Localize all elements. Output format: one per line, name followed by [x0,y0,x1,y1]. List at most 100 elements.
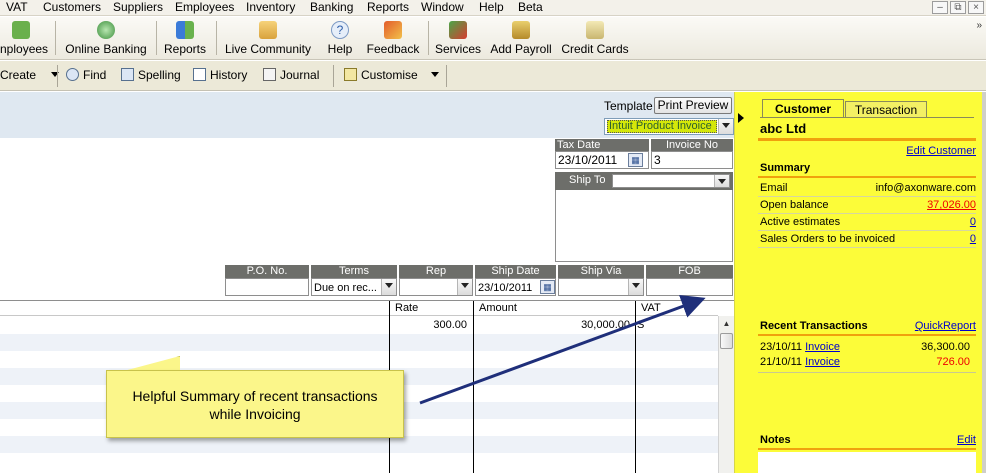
table-row[interactable] [0,351,718,368]
ship-to-label: Ship To [569,174,606,186]
terms-select[interactable]: Due on rec... [311,278,397,296]
menu-vat[interactable]: VAT [6,0,28,15]
quick-report-link[interactable]: QuickReport [915,320,976,332]
menu-bar: VAT Customers Suppliers Employees Invent… [0,0,986,16]
services-icon [449,21,467,39]
services-button[interactable]: Services [433,19,483,59]
rate-header: Rate [395,302,419,314]
menu-banking[interactable]: Banking [310,0,353,15]
rep-select[interactable] [399,278,473,296]
scroll-up-icon[interactable]: ▲ [720,317,733,330]
customer-history-pane: Customer Transaction abc Ltd Edit Custom… [752,92,982,473]
po-field[interactable] [225,278,309,296]
column-divider [635,301,636,473]
menu-employees[interactable]: Employees [175,0,234,15]
find-button[interactable]: Find [66,68,106,83]
online-banking-button[interactable]: Online Banking [62,19,150,59]
journal-button[interactable]: Journal [263,68,319,83]
divider [758,372,976,373]
notes-edit-link[interactable]: Edit [957,434,976,446]
table-row[interactable] [0,436,718,453]
restore-button[interactable]: ⧉ [950,1,966,14]
sales-orders-link[interactable]: 0 [970,231,976,247]
menu-suppliers[interactable]: Suppliers [113,0,163,15]
template-select[interactable]: Intuit Product Invoice [604,118,734,135]
invoice-toolbar: Create Find Spelling History Journal Cus… [0,61,986,91]
calendar-icon[interactable]: ▦ [540,280,555,294]
email-value: info@axonware.com [875,182,976,194]
chevron-down-icon[interactable] [628,279,643,295]
close-button[interactable]: × [968,1,984,14]
menu-reports[interactable]: Reports [367,0,409,15]
customise-button[interactable]: Customise [344,68,440,83]
spelling-icon [121,68,134,81]
notes-title: Notes [760,434,791,446]
ship-to-header: Ship To [555,172,733,190]
table-row[interactable] [0,334,718,351]
ship-via-label: Ship Via [558,265,644,278]
feedback-button[interactable]: Feedback [364,19,422,59]
calendar-icon[interactable]: ▦ [628,153,643,167]
po-label: P.O. No. [225,265,309,278]
chevron-down-icon [51,72,60,77]
ship-to-select[interactable] [612,174,730,188]
menu-beta[interactable]: Beta [518,0,543,15]
menu-help[interactable]: Help [479,0,504,15]
ship-via-select[interactable] [558,278,644,296]
collapse-arrow-icon[interactable] [738,113,744,123]
fob-field[interactable] [646,278,733,296]
ship-date-label: Ship Date [475,265,556,278]
spelling-button[interactable]: Spelling [121,68,181,83]
accent-bar [758,176,976,178]
tab-customer[interactable]: Customer [762,99,844,118]
chevron-down-icon[interactable] [714,175,729,187]
create-button[interactable]: Create [0,68,60,83]
tab-transaction[interactable]: Transaction [845,101,927,118]
table-row[interactable]: 300.00 30,000.00 S [0,317,718,334]
overflow-chevron-icon[interactable]: » [976,20,982,31]
separator [156,21,157,55]
chevron-down-icon[interactable] [718,119,733,134]
menu-customers[interactable]: Customers [43,0,101,15]
help-button[interactable]: ? Help [322,19,358,59]
summary-title: Summary [760,162,811,174]
invoice-link[interactable]: Invoice [805,341,840,353]
minimize-button[interactable]: – [932,1,948,14]
live-community-button[interactable]: Live Community [222,19,314,59]
menu-window[interactable]: Window [421,0,464,15]
print-preview-button[interactable]: Print Preview [654,97,732,114]
payroll-icon [512,21,530,39]
active-estimates-link[interactable]: 0 [970,214,976,230]
chevron-down-icon [431,72,440,77]
column-divider [473,301,474,473]
separator [446,65,447,87]
employees-icon [12,21,30,39]
terms-label: Terms [311,265,397,278]
vertical-scrollbar[interactable]: ▲ [718,316,734,473]
table-row[interactable] [0,453,718,470]
chevron-down-icon[interactable] [381,279,396,295]
separator [55,21,56,55]
notes-area[interactable] [758,452,976,473]
invoice-link[interactable]: Invoice [805,356,840,368]
invoice-no-field[interactable]: 3 [651,151,733,169]
history-icon [193,68,206,81]
callout-line-2: while Invoicing [209,406,301,422]
template-label: Template [604,99,653,113]
menu-inventory[interactable]: Inventory [246,0,295,15]
edit-customer-link[interactable]: Edit Customer [906,145,976,157]
pane-border [982,92,986,473]
summary-row-active-estimates: Active estimates 0 [758,214,976,231]
vat-header: VAT [641,302,661,314]
recent-transactions-title: Recent Transactions [760,320,868,332]
pane-toggle[interactable] [734,92,752,473]
accent-bar [758,334,976,336]
open-balance-link[interactable]: 37,026.00 [927,197,976,213]
add-payroll-button[interactable]: Add Payroll [488,19,554,59]
reports-button[interactable]: Reports [160,19,210,59]
employees-button[interactable]: nployees [0,19,50,59]
credit-cards-button[interactable]: Credit Cards [560,19,630,59]
history-button[interactable]: History [193,68,247,83]
chevron-down-icon[interactable] [457,279,472,295]
scroll-thumb[interactable] [720,333,733,349]
